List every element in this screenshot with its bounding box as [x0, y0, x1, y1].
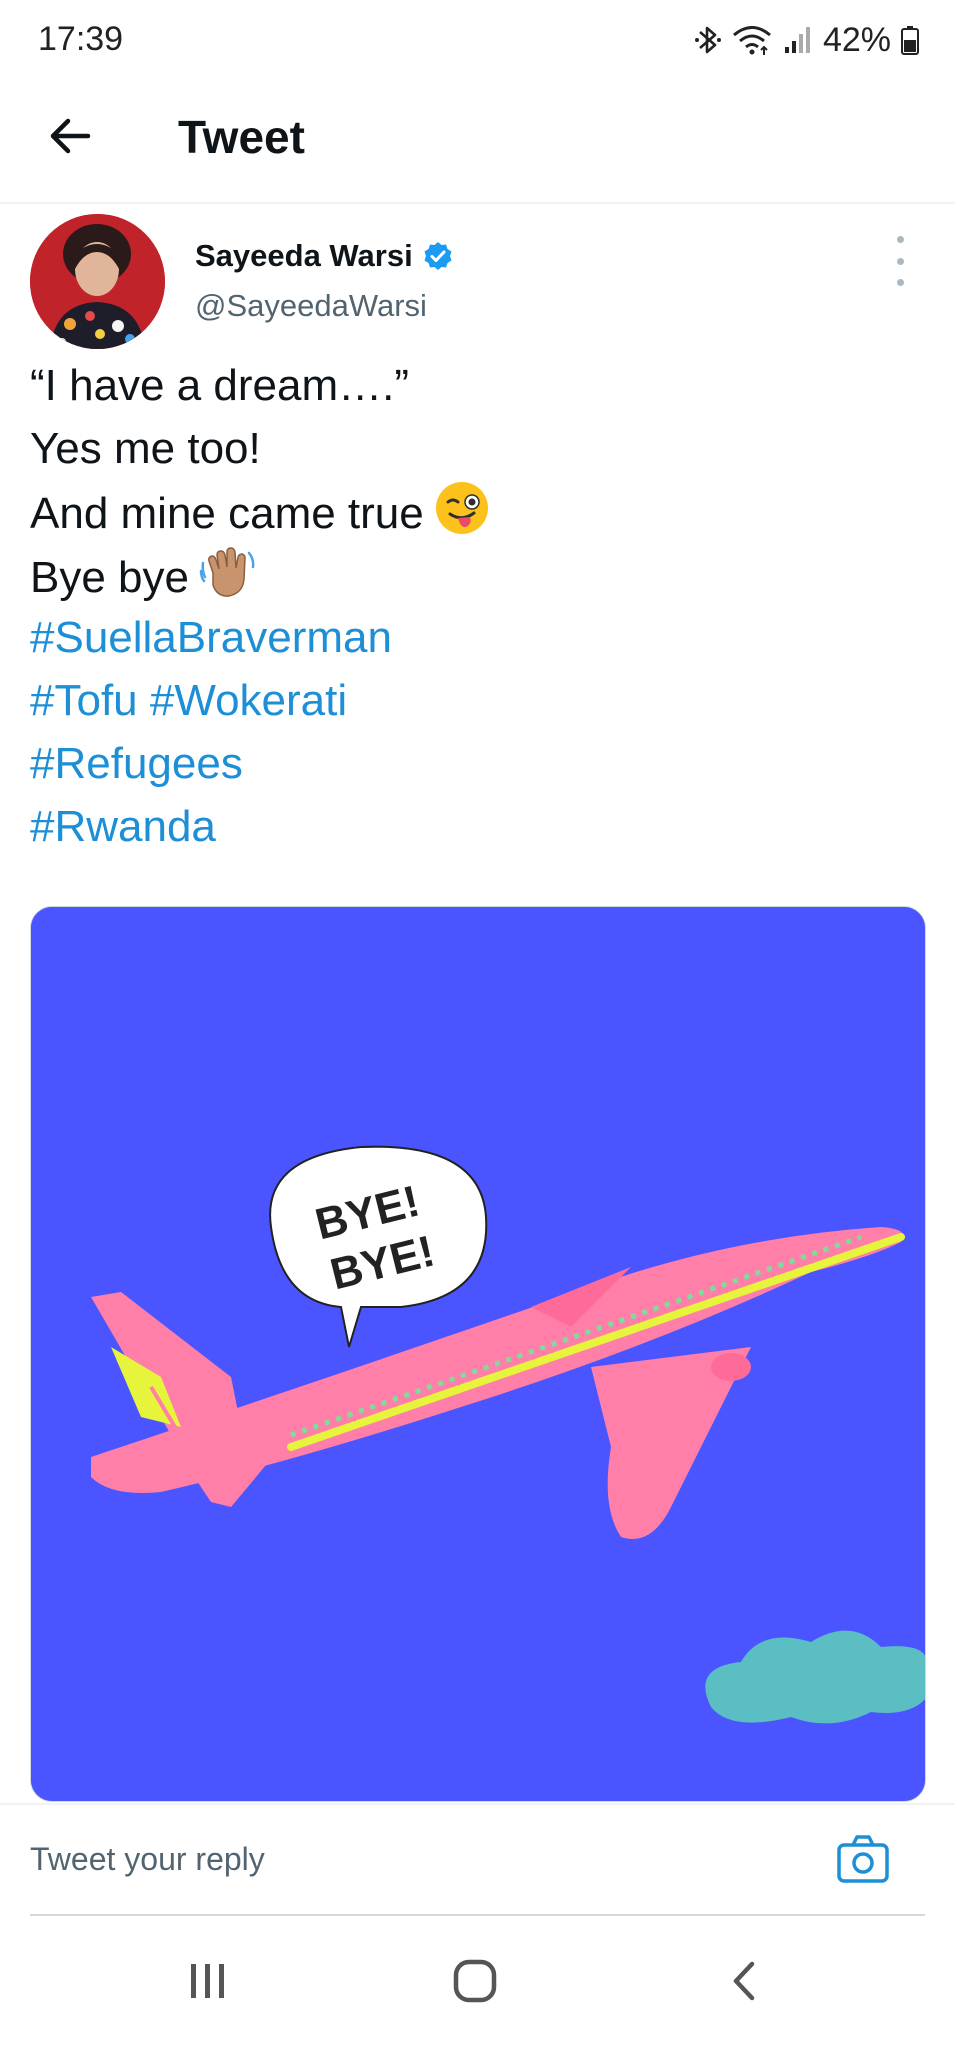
bluetooth-icon	[694, 23, 721, 57]
back-button[interactable]	[40, 106, 100, 166]
tweet-line-text: Yes me too!	[30, 424, 261, 473]
more-options-button[interactable]	[885, 236, 915, 286]
tweet-line: “I have a dream….”	[30, 354, 930, 417]
home-button[interactable]	[452, 1958, 498, 2009]
app-header: Tweet	[0, 80, 955, 204]
tweet-line-text: And mine came true	[30, 489, 424, 539]
hashtag-link[interactable]: #Rwanda	[30, 795, 930, 858]
author-name[interactable]: Sayeeda Warsi	[195, 238, 453, 274]
hashtag-link[interactable]: #SuellaBraverman	[30, 606, 930, 669]
dot	[896, 236, 904, 243]
tweet-line: Yes me too!	[30, 417, 930, 480]
status-bar: 17:39 42%	[0, 0, 955, 80]
recent-apps-icon	[191, 1964, 224, 1998]
author-handle: @SayeedaWarsi	[195, 288, 427, 323]
avatar[interactable]	[30, 214, 165, 349]
system-back-button[interactable]	[722, 1958, 768, 2009]
camera-icon	[837, 1835, 889, 1883]
verified-badge-icon	[423, 241, 453, 271]
status-time: 17:39	[38, 20, 124, 58]
hashtag-link[interactable]: #Refugees	[30, 732, 930, 795]
status-icons: 42%	[694, 18, 919, 62]
page-title: Tweet	[178, 111, 305, 163]
author-name-text: Sayeeda Warsi	[195, 238, 413, 273]
home-icon	[453, 1959, 497, 2003]
arrow-left-icon	[50, 118, 91, 154]
tweet-line-text: Bye bye	[30, 553, 189, 603]
winking-tongue-emoji-icon	[434, 480, 490, 553]
battery-icon	[901, 25, 919, 55]
reply-input[interactable]	[30, 1829, 810, 1889]
battery-percent: 42%	[822, 20, 891, 59]
tweet-image[interactable]: BYE! BYE!	[30, 906, 926, 1802]
recent-apps-button[interactable]	[185, 1958, 231, 2009]
dot	[896, 257, 904, 265]
wifi-icon	[731, 23, 773, 57]
reply-divider	[30, 1914, 925, 1916]
system-nav-bar	[0, 1918, 955, 2048]
dot	[896, 279, 904, 286]
back-icon	[733, 1961, 755, 2001]
plane-illustration: BYE! BYE!	[31, 907, 925, 1801]
tweet-text: “I have a dream….” Yes me too! And mine …	[30, 354, 930, 858]
tweet-line: And mine came true	[30, 480, 930, 543]
tweet-line-text: “I have a dream….”	[30, 361, 410, 410]
hashtag-link[interactable]: #Tofu #Wokerati	[30, 669, 930, 732]
signal-icon	[783, 25, 813, 55]
camera-button[interactable]	[835, 1831, 891, 1887]
reply-bar	[0, 1803, 955, 1916]
